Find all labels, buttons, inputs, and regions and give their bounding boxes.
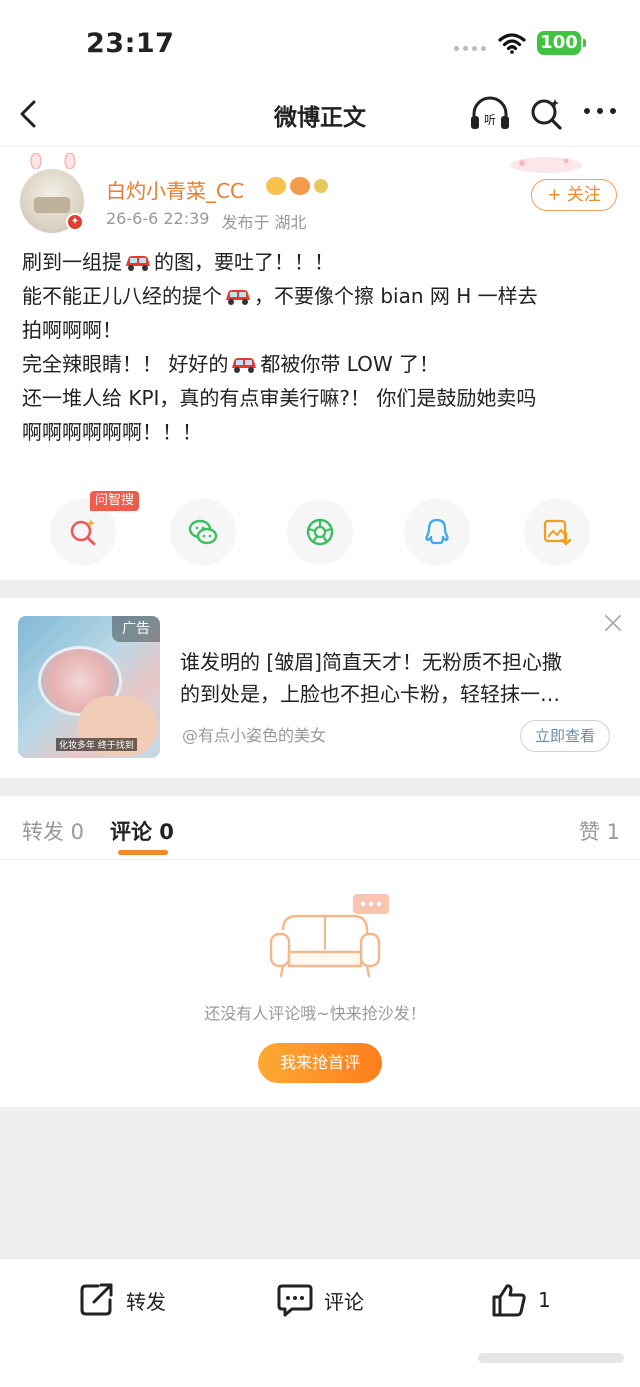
post-line: 刷到一组提 的图，要吐了！！！: [22, 250, 334, 274]
ad-card[interactable]: 化妆多年 终于找到 广告 谁发明的 [皱眉]简直天才！无粉质不担心撒 的到处是，…: [0, 598, 640, 778]
qq-share-button[interactable]: [404, 499, 470, 565]
battery-icon: 100: [537, 31, 581, 55]
save-image-share-button[interactable]: [524, 499, 590, 565]
battery-tip: [583, 39, 586, 47]
ad-image-caption: 化妆多年 终于找到: [56, 738, 137, 751]
share-row: 问智搜: [0, 487, 640, 567]
tab-repost[interactable]: 转发 0: [22, 816, 84, 846]
active-tab-indicator: [118, 850, 168, 855]
ai-search-icon: [70, 519, 96, 546]
close-icon[interactable]: [604, 614, 622, 632]
nav-bar: 微博正文 听: [0, 84, 640, 146]
flower-badge-icon: [314, 179, 328, 193]
crown-badge-icon: [266, 177, 286, 195]
status-time: 23:17: [86, 28, 175, 59]
thumbs-up-icon: [492, 1284, 526, 1317]
bottom-action-bar: 转发 评论 1: [0, 1258, 640, 1387]
comment-label: 评论: [324, 1289, 364, 1314]
empty-message: 还没有人评论哦~快来抢沙发！: [204, 1004, 426, 1023]
wechat-icon: [188, 519, 218, 545]
qq-icon: [425, 518, 449, 545]
like-button[interactable]: 1: [490, 1281, 551, 1319]
moments-icon: [306, 518, 334, 546]
save-image-icon: [543, 519, 572, 546]
cellular-signal-icon: [454, 46, 486, 51]
repost-label: 转发: [126, 1289, 166, 1314]
sofa-icon: [269, 894, 389, 978]
ai-search-tag: 问智搜: [90, 491, 140, 511]
ad-source[interactable]: @有点小姿色的美女: [182, 722, 326, 746]
listen-icon[interactable]: 听: [469, 96, 511, 132]
user-badges: [266, 177, 328, 195]
moments-share-button[interactable]: [287, 499, 353, 565]
post-meta: 26-6-6 22:39 发布于 湖北: [106, 209, 307, 233]
follow-decoration: [510, 157, 582, 173]
ad-text-line: 的到处是，上脸也不担心卡粉，轻轻抹一…: [180, 682, 560, 706]
tab-like[interactable]: 赞 1: [579, 816, 620, 846]
more-icon[interactable]: [584, 108, 616, 114]
ad-view-button[interactable]: 立即查看: [520, 720, 610, 752]
wechat-share-button[interactable]: [170, 499, 236, 565]
first-comment-button[interactable]: 我来抢首评: [258, 1043, 382, 1083]
animal-badge-icon: [290, 177, 310, 195]
post-line: 还一堆人给 KPI，真的有点审美行嘛?！ 你们是鼓励她卖吗: [22, 386, 537, 410]
wifi-icon: [498, 33, 526, 54]
repost-icon: [80, 1283, 113, 1316]
interaction-tabs: 转发 0 评论 0 赞 1: [0, 796, 640, 860]
username[interactable]: 白灼小青菜_CC: [106, 175, 244, 204]
post-line: 啊啊啊啊啊啊！！！: [22, 420, 202, 444]
follow-button[interactable]: + 关注: [531, 179, 617, 211]
post-card: ✦ 白灼小青菜_CC 26-6-6 22:39 发布于 湖北 + 关注 刷到一组…: [0, 146, 640, 580]
repost-button[interactable]: 转发: [78, 1281, 166, 1319]
post-body: 刷到一组提 的图，要吐了！！！ 能不能正儿八经的提个 ，不要像个擦 bian 网 H…: [22, 245, 622, 449]
car-emoji-icon: [226, 290, 250, 305]
ad-text-line: 谁发明的 [皱眉]简直天才！无粉质不担心撒: [180, 650, 562, 674]
svg-text:听: 听: [484, 113, 496, 127]
car-emoji-icon: [232, 358, 257, 373]
post-line: 完全辣眼睛！！ 好好的 都被你带 LOW 了！: [22, 352, 440, 376]
car-emoji-icon: [126, 256, 150, 271]
ad-text: 谁发明的 [皱眉]简直天才！无粉质不担心撒 的到处是，上脸也不担心卡粉，轻轻抹一…: [180, 646, 610, 710]
post-line: 拍啊啊啊！: [22, 318, 122, 342]
verified-badge-icon: ✦: [66, 213, 84, 231]
empty-comments: 还没有人评论哦~快来抢沙发！ 我来抢首评: [0, 860, 640, 1107]
like-count: 1: [538, 1288, 551, 1312]
avatar-image-content: [34, 197, 70, 213]
ai-search-icon[interactable]: [529, 96, 563, 130]
bunny-ears-decoration: [30, 153, 76, 169]
comment-button[interactable]: 评论: [276, 1281, 364, 1319]
comment-icon: [277, 1284, 313, 1317]
post-date: 26-6-6 22:39: [106, 209, 210, 228]
status-bar: 23:17 100: [0, 0, 640, 84]
ad-tag: 广告: [112, 616, 160, 642]
post-line: 能不能正儿八经的提个 ，不要像个擦 bian 网 H 一样去: [22, 284, 538, 308]
home-indicator: [478, 1353, 624, 1363]
post-location: 发布于 湖北: [221, 213, 307, 232]
tab-comment[interactable]: 评论 0: [110, 816, 174, 846]
